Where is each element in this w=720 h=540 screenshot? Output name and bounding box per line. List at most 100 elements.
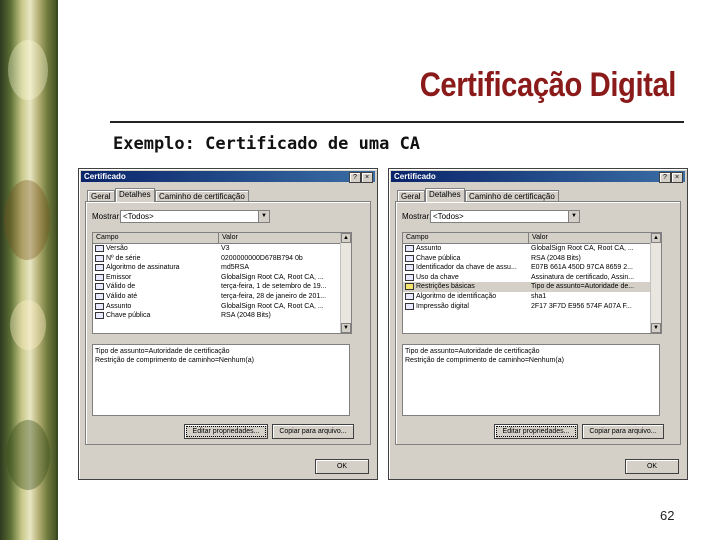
tab-details[interactable]: Detalhes [425,188,465,202]
column-field[interactable]: Campo [93,233,219,243]
certificate-field-icon [95,302,104,310]
dialog-title: Certificado [84,172,126,181]
table-row[interactable]: Versão V3 [93,244,341,254]
field-detail-box[interactable]: Tipo de assunto=Autoridade de certificaç… [402,344,660,416]
row-field: Válido até [106,292,138,300]
copy-to-file-button[interactable]: Copiar para arquivo... [582,424,664,439]
table-row[interactable]: Válido até terça-feira, 28 de janeiro de … [93,292,341,302]
certificate-field-icon [405,302,414,310]
close-button[interactable]: × [361,172,373,183]
row-value: RSA (2048 Bits) [531,254,581,262]
listview-scrollbar[interactable]: ▲ ▼ [650,233,661,333]
scroll-up-icon[interactable]: ▲ [651,233,661,243]
row-field: Uso da chave [416,273,459,281]
listview-scrollbar[interactable]: ▲ ▼ [340,233,351,333]
help-button[interactable]: ? [349,172,361,183]
certificate-field-icon [95,292,104,300]
table-row[interactable]: Identificador da chave de assu... E07B 66… [403,263,651,273]
table-row[interactable]: Chave pública RSA (2048 Bits) [93,311,341,321]
table-row[interactable]: Impressão digital 2F17 3F7D E956 574F A07… [403,302,651,312]
row-field: Emissor [106,273,132,281]
row-field: Assunto [416,245,442,252]
certificate-field-icon [95,312,104,320]
column-value[interactable]: Valor [529,233,651,243]
field-detail-box[interactable]: Tipo de assunto=Autoridade de certificaç… [92,344,350,416]
row-value: Assinatura de certificado, Assin... [531,273,635,281]
dialog-titlebar[interactable]: Certificado [81,171,375,182]
row-field: Algoritmo de assinatura [106,264,180,272]
row-field: Restrições básicas [416,283,475,291]
certificate-field-icon [95,283,104,291]
table-row[interactable]: Algoritmo de identificação sha1 [403,292,651,302]
decorative-side-band [0,0,58,540]
listview-rows: Assunto GlobalSign Root CA, Root CA, ... … [403,244,651,311]
row-field: Identificador da chave de assu... [416,264,517,272]
ok-button[interactable]: OK [625,459,679,474]
copy-to-file-button[interactable]: Copiar para arquivo... [272,424,354,439]
table-row-selected[interactable]: Restrições básicas Tipo de assunto=Autori… [403,282,651,292]
table-row[interactable]: Nº de série 0200000000D678B794 0b [93,254,341,264]
ok-button[interactable]: OK [315,459,369,474]
chevron-down-icon[interactable]: ▼ [568,211,579,222]
details-panel: Mostrar: <Todos> ▼ Campo Valor Versão V3 … [85,201,371,445]
row-field: Impressão digital [416,302,469,310]
table-row[interactable]: Chave pública RSA (2048 Bits) [403,254,651,264]
chevron-down-icon[interactable]: ▼ [258,211,269,222]
table-row[interactable]: Assunto GlobalSign Root CA, Root CA, ... [403,244,651,254]
certificate-field-icon [95,264,104,272]
row-value: terça-feira, 28 de janeiro de 201... [221,292,327,300]
close-button[interactable]: × [671,172,683,183]
row-field: Versão [106,245,128,252]
certificate-field-icon [95,254,104,262]
scroll-down-icon[interactable]: ▼ [341,323,351,333]
row-value: 2F17 3F7D E956 574F A07A F... [531,302,632,310]
band-divider [56,0,58,540]
certificate-field-icon [405,245,414,252]
detail-line: Restrição de comprimento de caminho=Nenh… [405,357,564,364]
row-field: Chave pública [416,254,461,262]
certificate-field-icon [95,273,104,281]
table-row[interactable]: Algoritmo de assinatura md5RSA [93,263,341,273]
certificate-field-icon [95,245,104,252]
table-row[interactable]: Válido de terça-feira, 1 de setembro de 1… [93,282,341,292]
dialog-titlebar[interactable]: Certificado [391,171,685,182]
show-select-value: <Todos> [433,212,464,221]
scroll-down-icon[interactable]: ▼ [651,323,661,333]
help-button[interactable]: ? [659,172,671,183]
edit-properties-button[interactable]: Editar propriedades... [184,424,268,439]
listview-header: Campo Valor [403,233,651,244]
show-label: Mostrar: [402,212,432,221]
slide-subtitle: Exemplo: Certificado de uma CA [113,134,421,154]
fields-listview[interactable]: Campo Valor Versão V3 Nº de série 02000000… [92,232,352,334]
show-select[interactable]: <Todos> ▼ [120,210,270,223]
table-row[interactable]: Uso da chave Assinatura de certificado, A… [403,273,651,283]
show-label: Mostrar: [92,212,122,221]
edit-properties-button[interactable]: Editar propriedades... [494,424,578,439]
show-select[interactable]: <Todos> ▼ [430,210,580,223]
row-value: Tipo de assunto=Autoridade de... [531,283,635,291]
fields-listview[interactable]: Campo Valor Assunto GlobalSign Root CA, R… [402,232,662,334]
row-value: sha1 [531,292,547,300]
certificate-field-icon [405,283,414,291]
row-value: 0200000000D678B794 0b [221,254,303,262]
table-row[interactable]: Emissor GlobalSign Root CA, Root CA, ... [93,273,341,283]
row-value: GlobalSign Root CA, Root CA, ... [531,245,634,252]
row-field: Algoritmo de identificação [416,292,497,300]
row-field: Assunto [106,302,132,310]
dialog-title: Certificado [394,172,436,181]
row-value: GlobalSign Root CA, Root CA, ... [221,302,324,310]
certificate-field-icon [405,292,414,300]
tab-details[interactable]: Detalhes [115,188,155,202]
listview-header: Campo Valor [93,233,341,244]
scroll-up-icon[interactable]: ▲ [341,233,351,243]
detail-line: Tipo de assunto=Autoridade de certificaç… [405,348,540,355]
detail-line: Restrição de comprimento de caminho=Nenh… [95,357,254,364]
slide-title: Certificação Digital [419,66,677,104]
table-row[interactable]: Assunto GlobalSign Root CA, Root CA, ... [93,302,341,312]
certificate-dialog-left: Certificado ? × Geral Detalhes Caminho d… [78,168,378,480]
column-field[interactable]: Campo [403,233,529,243]
certificate-field-icon [405,254,414,262]
certificate-field-icon [405,273,414,281]
page-number: 62 [660,508,675,523]
column-value[interactable]: Valor [219,233,341,243]
